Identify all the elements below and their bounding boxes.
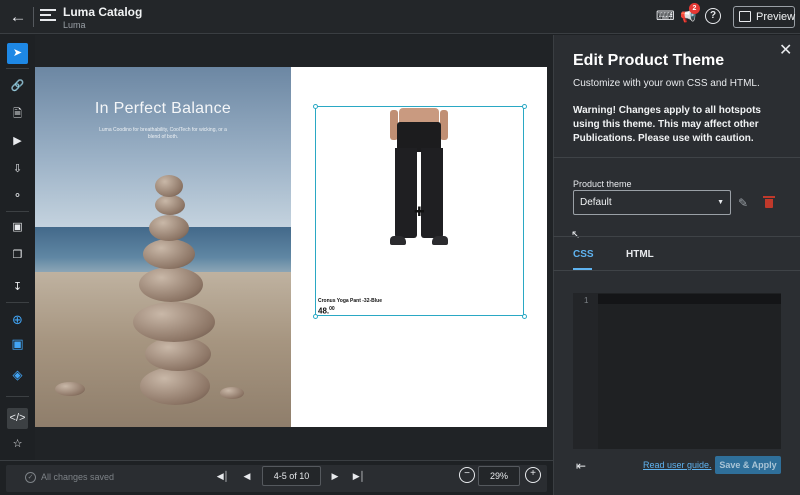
panel-subtitle: Customize with your own CSS and HTML. xyxy=(573,78,760,89)
delete-icon[interactable] xyxy=(763,195,775,208)
help-icon[interactable]: ? xyxy=(705,8,721,24)
preview-button[interactable]: Preview xyxy=(733,6,795,28)
add-icon[interactable]: ⊕ xyxy=(7,309,28,330)
video-icon[interactable]: ▶ xyxy=(7,131,28,152)
resize-handle[interactable] xyxy=(522,314,527,319)
zoom-in-icon[interactable]: + xyxy=(525,467,541,483)
tag-icon[interactable]: ⚬ xyxy=(7,186,28,207)
prev-page-button[interactable]: ◀ xyxy=(240,468,254,484)
save-apply-button[interactable]: Save & Apply xyxy=(715,456,781,474)
tab-css[interactable]: CSS xyxy=(573,249,594,260)
accessibility-icon[interactable]: ☆ xyxy=(7,434,28,455)
panel-title: Edit Product Theme xyxy=(573,52,725,69)
palette-icon[interactable]: ◈ xyxy=(7,364,28,385)
comment-icon[interactable]: ▣ xyxy=(7,333,28,354)
import-icon[interactable]: ⇩ xyxy=(7,159,28,180)
collapse-panel-icon[interactable]: ⇤ xyxy=(576,459,586,473)
caret-down-icon: ▼ xyxy=(717,199,724,206)
resize-handle[interactable] xyxy=(313,104,318,109)
theme-select[interactable]: Default ▼ xyxy=(573,190,731,215)
keyboard-icon[interactable]: ⌨ xyxy=(656,8,675,24)
edit-icon[interactable]: ✎ xyxy=(738,196,748,210)
next-page-button[interactable]: ▶ xyxy=(328,468,342,484)
page-heading: In Perfect Balance xyxy=(94,100,232,117)
move-cursor-icon: ✚ xyxy=(414,204,425,219)
link-icon[interactable]: 🔗 xyxy=(7,76,28,97)
close-icon[interactable]: ✕ xyxy=(779,40,792,60)
menu-icon[interactable] xyxy=(40,9,56,23)
duplicate-icon[interactable]: ❐ xyxy=(7,245,28,266)
product-price: 48.00 xyxy=(318,306,335,316)
app-title: Luma Catalog xyxy=(63,5,143,19)
preview-label: Preview xyxy=(756,11,796,23)
image-icon[interactable]: ▣ xyxy=(7,217,28,238)
line-number: 1 xyxy=(584,296,589,305)
save-status: ✓ All changes saved xyxy=(25,470,114,484)
user-guide-link[interactable]: Read user guide. xyxy=(643,460,712,470)
divider xyxy=(553,270,800,271)
resize-handle[interactable] xyxy=(522,104,527,109)
divider xyxy=(553,157,800,158)
divider xyxy=(6,396,29,397)
download-icon[interactable]: ↧ xyxy=(7,277,28,298)
divider xyxy=(553,236,800,237)
preview-icon xyxy=(739,11,751,22)
mouse-cursor-icon: ↖ xyxy=(571,229,581,241)
product-name: Cronus Yoga Pant -32-Blue xyxy=(318,298,382,304)
last-page-button[interactable]: ▶│ xyxy=(352,468,366,484)
select-icon[interactable]: ➤ xyxy=(7,43,28,64)
tab-html[interactable]: HTML xyxy=(626,249,654,260)
divider xyxy=(6,302,29,303)
back-arrow-icon[interactable]: ← xyxy=(8,7,28,27)
active-line[interactable] xyxy=(598,294,781,304)
editor-gutter xyxy=(573,293,598,449)
zoom-out-icon[interactable]: − xyxy=(459,467,475,483)
warning-text: Warning! Changes apply to all hotspots u… xyxy=(573,105,761,144)
divider xyxy=(6,211,29,212)
check-icon: ✓ xyxy=(25,472,36,484)
app-subtitle: Luma xyxy=(63,20,86,30)
notification-badge: 2 xyxy=(689,3,700,14)
divider xyxy=(6,68,29,69)
css-editor[interactable] xyxy=(573,293,781,449)
divider xyxy=(33,7,34,27)
left-page-image xyxy=(35,67,291,427)
code-icon[interactable]: </> xyxy=(7,408,28,429)
page-caption: Luma Coodino for breathability, CoolTech… xyxy=(99,127,227,140)
zoom-level[interactable]: 29% xyxy=(478,466,520,486)
page-indicator[interactable]: 4-5 of 10 xyxy=(262,466,321,486)
page-link-icon[interactable]: 🗎 xyxy=(7,104,28,125)
theme-label: Product theme xyxy=(573,179,632,189)
first-page-button[interactable]: ◀│ xyxy=(216,468,230,484)
